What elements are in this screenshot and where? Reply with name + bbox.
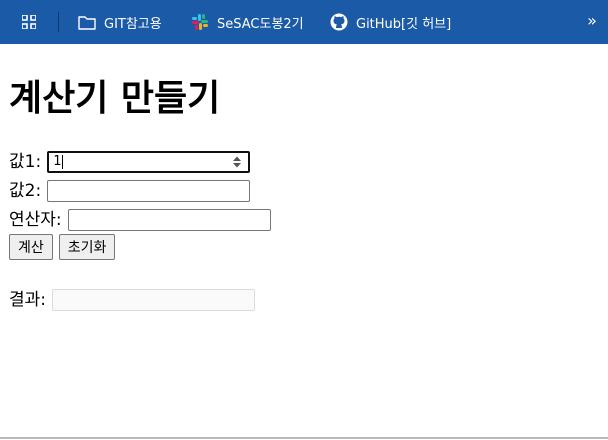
bookmark-label: SeSAC도봉2기: [217, 16, 304, 32]
buttons-row: 계산 초기화: [9, 234, 121, 260]
page-title: 계산기 만들기: [9, 78, 221, 119]
operator-input[interactable]: [67, 209, 271, 231]
result-row: 결과:: [9, 289, 256, 311]
bookmark-git-reference[interactable]: GIT참고용: [78, 0, 162, 44]
bookmark-label: GIT참고용: [104, 16, 162, 32]
value1-label: 값1:: [9, 152, 42, 172]
bookmarks-bar: GIT참고용 SeSAC도봉2기 GitHub[깃 허브] »: [0, 0, 608, 44]
folder-icon: [78, 13, 96, 31]
value2-label: 값2:: [9, 181, 42, 201]
window-bottom-border: [0, 437, 608, 439]
number-spinner-icon[interactable]: [232, 155, 242, 169]
value1-row: 값1: 1: [9, 151, 251, 173]
apps-grid-icon[interactable]: [22, 15, 36, 29]
operator-row: 연산자:: [9, 209, 271, 231]
github-icon: [330, 13, 348, 31]
result-label: 결과:: [9, 290, 47, 310]
page-content: 계산기 만들기 값1: 1 값2: 연산자: 계산 초기화 결과:: [0, 44, 608, 438]
text-cursor: [62, 155, 64, 169]
bookmark-sesac[interactable]: SeSAC도봉2기: [191, 0, 304, 44]
result-output: [52, 289, 256, 311]
value2-input[interactable]: [47, 180, 251, 202]
bookmark-label: GitHub[깃 허브]: [356, 16, 452, 32]
value2-row: 값2:: [9, 180, 251, 202]
bookmarks-divider: [58, 12, 59, 32]
value1-text: 1: [53, 154, 62, 169]
reset-button[interactable]: 초기화: [58, 234, 116, 260]
slack-icon: [191, 13, 209, 31]
operator-label: 연산자:: [9, 210, 62, 230]
calculate-button[interactable]: 계산: [9, 234, 53, 260]
bookmark-github[interactable]: GitHub[깃 허브]: [330, 0, 451, 44]
value1-input[interactable]: 1: [47, 151, 251, 173]
bookmarks-overflow-icon[interactable]: »: [584, 11, 600, 31]
